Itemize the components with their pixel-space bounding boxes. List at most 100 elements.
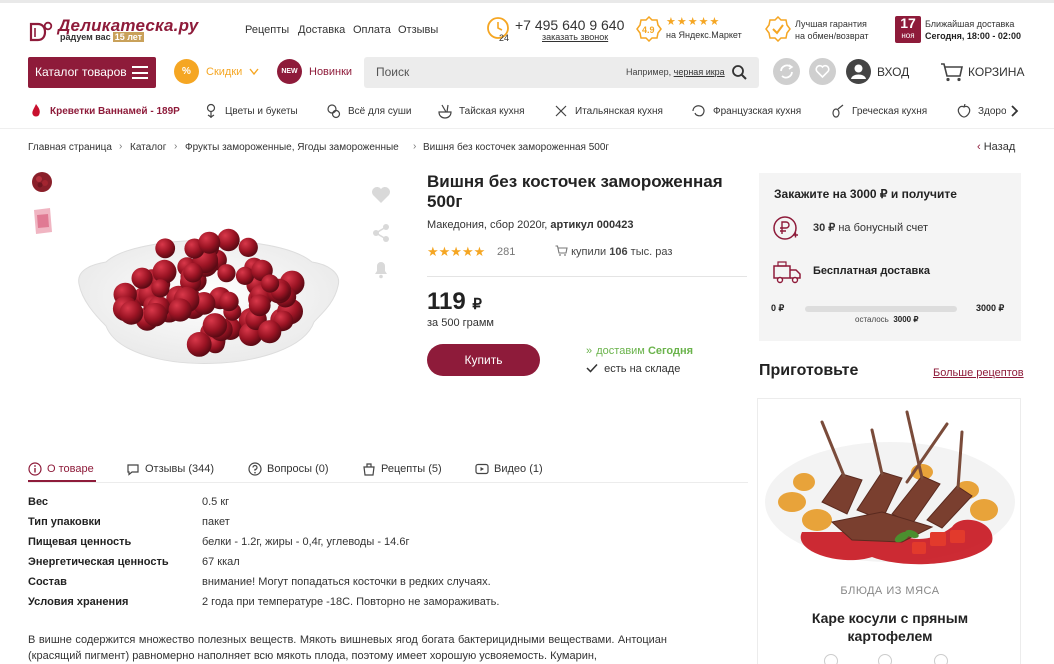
phone-number[interactable]: +7 495 640 9 640 bbox=[515, 17, 624, 33]
nav-delivery[interactable]: Доставка bbox=[298, 24, 345, 36]
guarantee-line2: на обмен/возврат bbox=[795, 31, 869, 41]
remaining-label: осталось bbox=[855, 315, 889, 324]
bell-icon[interactable] bbox=[370, 258, 392, 280]
comment-icon bbox=[127, 464, 139, 476]
cherry bbox=[168, 298, 192, 322]
tab-questions[interactable]: Вопросы (0) bbox=[248, 462, 340, 482]
product-title: Вишня без косточек замороженная 500г bbox=[427, 172, 723, 211]
breadcrumb-home[interactable]: Главная страница bbox=[28, 142, 112, 153]
cherry bbox=[186, 332, 212, 357]
bonus-text: на бонусный счет bbox=[838, 222, 929, 234]
product-thumbnail[interactable] bbox=[30, 207, 54, 235]
spec-value: 2 года при температуре -18С. Повторно не… bbox=[202, 596, 500, 608]
reviews-count[interactable]: 281 bbox=[497, 246, 515, 258]
search-example: Например, черная икра bbox=[626, 67, 725, 77]
search-icon[interactable] bbox=[731, 64, 747, 80]
category-label: Французская кухня bbox=[713, 106, 802, 117]
cherry bbox=[261, 274, 280, 293]
cart-link[interactable]: КОРЗИНА bbox=[968, 65, 1024, 79]
category-shrimp[interactable]: Креветки Ваннамей - 189Р bbox=[28, 104, 188, 120]
guarantee-line1: Лучшая гарантия bbox=[795, 19, 867, 29]
login-link[interactable]: ВХОД bbox=[877, 65, 909, 79]
cart-small-icon bbox=[555, 245, 568, 256]
spec-key: Пищевая ценность bbox=[28, 536, 132, 548]
tab-video[interactable]: Видео (1) bbox=[475, 462, 555, 482]
recipe-name[interactable]: Каре косули с пряным картофелем bbox=[788, 609, 992, 645]
breadcrumb-current: Вишня без косточек замороженная 500г bbox=[423, 142, 610, 153]
delivery-time: Сегодня, 18:00 - 02:00 bbox=[925, 31, 1021, 41]
logo[interactable]: Деликатеска.ру радуем вас 15 лет bbox=[28, 16, 198, 46]
tab-label: Рецепты (5) bbox=[381, 463, 442, 475]
category-label: Всё для суши bbox=[348, 106, 412, 117]
search-example-link[interactable]: черная икра bbox=[674, 67, 725, 77]
product-rating-stars[interactable]: ★★★★★ bbox=[427, 244, 485, 260]
check-icon bbox=[586, 363, 598, 373]
logo-mark-icon bbox=[29, 21, 53, 42]
tab-recipes[interactable]: Рецепты (5) bbox=[362, 462, 452, 482]
search-example-prefix: Например, bbox=[626, 67, 672, 77]
compare-button[interactable] bbox=[773, 58, 800, 85]
tab-about[interactable]: О товаре bbox=[28, 462, 100, 482]
logo-tagline: радуем вас 15 лет bbox=[60, 32, 145, 42]
category-label: Тайская кухня bbox=[459, 106, 525, 117]
category-flowers[interactable]: Цветы и букеты bbox=[203, 103, 313, 120]
breadcrumb-separator: › bbox=[174, 141, 178, 152]
cherry bbox=[238, 237, 258, 257]
cart-icon[interactable] bbox=[940, 62, 964, 82]
menu-icon bbox=[132, 66, 148, 79]
favorite-icon[interactable] bbox=[370, 184, 392, 206]
share-icon[interactable] bbox=[370, 222, 392, 244]
product-thumbnail[interactable] bbox=[30, 170, 54, 194]
search-input[interactable]: Поиск bbox=[376, 65, 409, 79]
breadcrumb-catalog[interactable]: Каталог bbox=[130, 142, 166, 153]
user-avatar-icon[interactable] bbox=[846, 59, 871, 84]
category-sushi[interactable]: Всё для суши bbox=[326, 104, 426, 120]
category-french[interactable]: Французская кухня bbox=[691, 104, 811, 120]
tab-reviews[interactable]: Отзывы (344) bbox=[126, 462, 226, 482]
category-greek[interactable]: Греческая кухня bbox=[830, 104, 940, 120]
cherry bbox=[235, 266, 255, 285]
category-italian[interactable]: Итальянская кухня bbox=[553, 104, 673, 120]
category-thai[interactable]: Тайская кухня bbox=[437, 104, 537, 120]
bought-count: 106 bbox=[609, 246, 628, 258]
recipe-card[interactable]: БЛЮДА ИЗ МЯСА Каре косули с пряным карто… bbox=[757, 398, 1021, 664]
callback-link[interactable]: заказать звонок bbox=[542, 32, 608, 42]
delivery-info: » доставим Сегодня bbox=[586, 345, 693, 357]
french-icon bbox=[692, 105, 705, 117]
breadcrumb-separator: › bbox=[119, 141, 123, 152]
delivery-prefix: доставим bbox=[596, 345, 645, 357]
buy-button[interactable]: Купить bbox=[427, 344, 540, 376]
nav-recipes[interactable]: Рецепты bbox=[245, 24, 289, 36]
guarantee-text[interactable]: Лучшая гарантия на обмен/возврат bbox=[795, 18, 869, 42]
article-label: артикул bbox=[550, 219, 594, 231]
rating-source[interactable]: на Яндекс.Маркет bbox=[666, 30, 742, 40]
discounts-link[interactable]: % Скидки bbox=[174, 59, 260, 86]
stock-info: есть на складе bbox=[586, 363, 680, 375]
bonus-title: Закажите на 3000 ₽ и получите bbox=[774, 187, 957, 201]
nav-payment[interactable]: Оплата bbox=[353, 24, 391, 36]
new-link[interactable]: NEW Новинки bbox=[277, 59, 357, 86]
chevron-down-icon bbox=[249, 68, 259, 76]
nearest-delivery[interactable]: Ближайшая доставка Сегодня, 18:00 - 02:0… bbox=[925, 18, 1021, 42]
breadcrumb-category[interactable]: Фрукты замороженные, Ягоды замороженные bbox=[185, 142, 399, 153]
category-label: Здоров bbox=[978, 106, 1006, 117]
chevron-right-icon[interactable] bbox=[1010, 104, 1020, 118]
sushi-icon bbox=[327, 104, 341, 119]
favorites-button[interactable] bbox=[809, 58, 836, 85]
cherry bbox=[217, 264, 236, 283]
search-bar[interactable]: Поиск Например, черная икра bbox=[364, 57, 759, 88]
spec-value: внимание! Могут попадаться косточки в ре… bbox=[202, 576, 491, 588]
category-label: Креветки Ваннамей - 189Р bbox=[50, 106, 180, 117]
remaining-value: 3000 ₽ bbox=[893, 315, 919, 324]
time-icon bbox=[824, 654, 838, 664]
back-link[interactable]: ‹ Назад bbox=[977, 141, 1015, 153]
catalog-button[interactable]: Каталог товаров bbox=[28, 57, 156, 88]
nav-reviews[interactable]: Отзывы bbox=[398, 24, 438, 36]
article-number: 000423 bbox=[596, 219, 634, 231]
price: 119 ₽ bbox=[427, 288, 482, 316]
product-meta: Македония, сбор 2020г, артикул 000423 bbox=[427, 219, 634, 231]
category-healthy[interactable]: Здоров bbox=[956, 104, 1006, 120]
info-icon bbox=[28, 462, 42, 476]
discounts-label: Скидки bbox=[206, 66, 243, 78]
more-recipes-link[interactable]: Больше рецептов bbox=[933, 367, 1024, 379]
